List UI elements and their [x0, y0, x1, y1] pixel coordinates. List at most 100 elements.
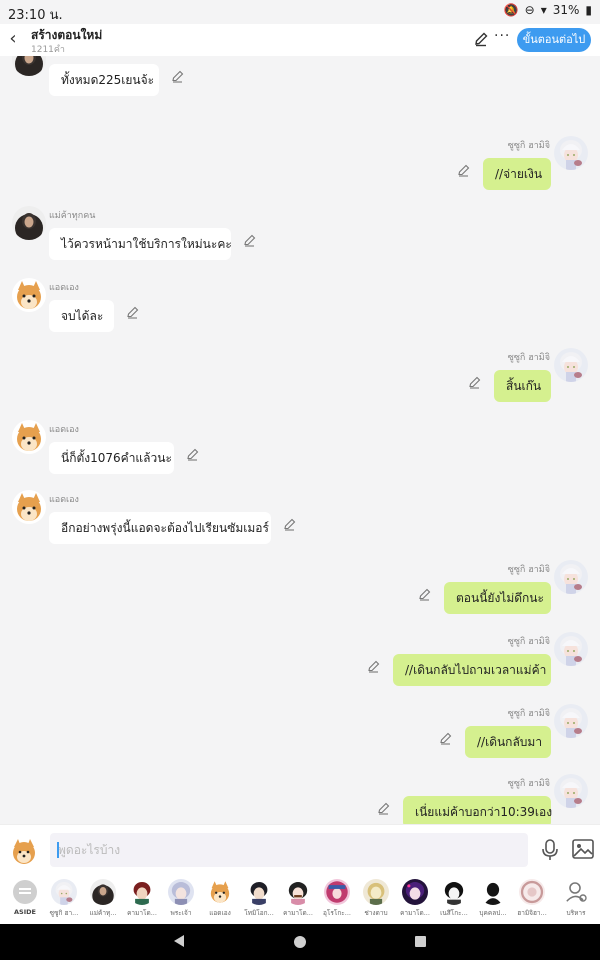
message-avatar[interactable] [12, 56, 46, 76]
chat-message[interactable]: ซูซูกิ ฮามิจิ //จ่ายเงิน [0, 136, 600, 200]
character-nezuko[interactable]: คามาโด... [279, 879, 317, 918]
back-arrow-icon[interactable]: ‹ [4, 28, 22, 50]
message-bubble[interactable]: //เดินกลับมา [465, 726, 551, 758]
edit-message-icon[interactable] [439, 730, 453, 745]
microphone-icon[interactable] [540, 839, 560, 861]
message-bubble[interactable]: จบได้ละ [49, 300, 114, 332]
character-name: บุคคลป... [479, 909, 507, 917]
edit-message-icon[interactable] [243, 232, 257, 247]
message-bubble[interactable]: เนี่ยแม่ค้าบอกว่า10:39เอง [403, 796, 552, 824]
character-pink[interactable]: อุโรโกะ... [318, 879, 356, 918]
character-avatar [519, 879, 545, 905]
current-speaker-avatar[interactable] [10, 837, 38, 865]
message-bubble[interactable]: ไว้ควรหน้ามาใช้บริการใหม่นะคะ [49, 228, 232, 260]
character-red[interactable]: คามาโด... [123, 879, 161, 918]
message-input[interactable] [50, 833, 528, 867]
chat-message[interactable]: ซูซูกิ ฮามิจิตอนนี้ยังไม่ดึกนะ [0, 560, 600, 624]
top-bar: ‹ สร้างตอนใหม่ 1211คำ ··· ขั้นตอนต่อไป [0, 24, 600, 56]
more-icon[interactable]: ··· [494, 28, 510, 44]
status-icons: 🔕 ⊖ ▾ 31% ▮ [504, 3, 592, 17]
character-shadow[interactable]: บุคคลป... [474, 879, 512, 918]
edit-message-icon[interactable] [457, 162, 471, 177]
nav-home-icon[interactable] [294, 936, 306, 948]
message-avatar[interactable] [12, 420, 46, 454]
character-name: พระเจ้า [170, 909, 192, 917]
character-aside[interactable]: ASIDE [6, 879, 44, 916]
edit-message-icon[interactable] [418, 586, 432, 601]
edit-message-icon[interactable] [367, 658, 381, 673]
character-mask[interactable]: ช่างดาบ [357, 879, 395, 918]
character-purple[interactable]: คามาโด... [396, 879, 434, 918]
message-avatar[interactable] [12, 490, 46, 524]
message-bubble[interactable]: ทั้งหมด225เยนจ้ะ [49, 64, 159, 96]
message-bubble[interactable]: //จ่ายเงิน [483, 158, 551, 190]
character-avatar [441, 879, 467, 905]
chat-message[interactable]: ซูซูกิ ฮามิจิ //เดินกลับมา [0, 704, 600, 768]
message-bubble[interactable]: อีกอย่างพรุ่งนี้แอดจะต้องไปเรียนซัมเมอร์ [49, 512, 271, 544]
battery-icon: ▮ [585, 3, 592, 17]
message-avatar[interactable] [554, 774, 588, 808]
character-avatar [168, 879, 194, 905]
character-name: เนสึโกะ... [440, 909, 468, 917]
character-bw[interactable]: เนสึโกะ... [435, 879, 473, 918]
chat-message[interactable]: แม่ค้าทุกคนไว้ควรหน้ามาใช้บริการใหม่นะคะ [0, 206, 600, 270]
character-avatar [480, 879, 506, 905]
message-avatar[interactable] [554, 136, 588, 170]
character-name: บริหาร [566, 909, 586, 917]
nav-back-icon[interactable] [174, 935, 184, 947]
character-name: คามาโด... [127, 909, 157, 917]
edit-icon[interactable] [473, 31, 489, 47]
character-avatar [207, 879, 233, 905]
character-dark[interactable]: โทมิโอก... [240, 879, 278, 918]
character-shiba[interactable]: แอดเอง [201, 879, 239, 918]
image-icon[interactable] [572, 839, 594, 859]
character-suzuki[interactable]: ซูซูกิ ฮา... [45, 879, 83, 918]
message-bubble[interactable]: นี่ก็ตั้ง1076คำแล้วนะ [49, 442, 174, 474]
message-bubble[interactable]: //เดินกลับไปถามเวลาแม่ค้า [393, 654, 551, 686]
edit-message-icon[interactable] [126, 304, 140, 319]
edit-message-icon[interactable] [171, 68, 185, 83]
character-name: ฮามิจิฮา... [517, 909, 547, 917]
status-bar: 23:10 น. 🔕 ⊖ ▾ 31% ▮ [0, 0, 600, 24]
edit-message-icon[interactable] [186, 446, 200, 461]
sender-name: แม่ค้าทุกคน [49, 211, 96, 221]
message-bubble[interactable]: สิ้นเก๊น [494, 370, 551, 402]
battery-level: 31% [552, 3, 580, 17]
sender-name: ซูซูกิ ฮามิจิ [507, 779, 550, 789]
chat-message[interactable]: ซูซูกิ ฮามิจิเนี่ยแม่ค้าบอกว่า10:39เอง [0, 774, 600, 824]
system-nav-bar [0, 924, 600, 960]
message-bubble[interactable]: ตอนนี้ยังไม่ดึกนะ [444, 582, 551, 614]
sender-name: ซูซูกิ ฮามิจิ [507, 637, 550, 647]
character-avatar [51, 879, 77, 905]
input-bar [0, 824, 600, 876]
character-avatar [90, 879, 116, 905]
edit-message-icon[interactable] [468, 374, 482, 389]
message-avatar[interactable] [554, 348, 588, 382]
message-avatar[interactable] [554, 632, 588, 666]
character-floral[interactable]: ฮามิจิฮา... [513, 879, 551, 918]
next-step-button[interactable]: ขั้นตอนต่อไป [517, 28, 591, 52]
chat-message[interactable]: ทั้งหมด225เยนจ้ะ [0, 56, 600, 128]
status-time: 23:10 น. [8, 8, 63, 23]
character-name: อุโรโกะ... [322, 909, 351, 917]
message-avatar[interactable] [554, 560, 588, 594]
chat-message[interactable]: ซูซูกิ ฮามิจิ //เดินกลับไปถามเวลาแม่ค้า [0, 632, 600, 696]
character-avatar [324, 879, 350, 905]
edit-message-icon[interactable] [283, 516, 297, 531]
chat-message[interactable]: แอดเอง อีกอย่างพรุ่งนี้แอดจะต้องไปเรียนซั… [0, 490, 600, 554]
chat-area[interactable]: ทั้งหมด225เยนจ้ะ ซูซูกิ ฮามิจิ //จ่ายเงินแ… [0, 56, 600, 824]
character-hijab[interactable]: แม่ค้าทุ... [84, 879, 122, 918]
character-avatar [129, 879, 155, 905]
message-avatar[interactable] [12, 278, 46, 312]
chat-message[interactable]: แอดเอง จบได้ละ [0, 278, 600, 342]
chat-message[interactable]: ซูซูกิ ฮามิจิ สิ้นเก๊น [0, 348, 600, 412]
message-avatar[interactable] [12, 206, 46, 240]
character-manage[interactable]: บริหาร [557, 879, 595, 918]
sender-name: ซูซูกิ ฮามิจิ [507, 565, 550, 575]
message-avatar[interactable] [554, 704, 588, 738]
edit-message-icon[interactable] [377, 800, 391, 815]
character-silver[interactable]: พระเจ้า [162, 879, 200, 918]
chat-message[interactable]: แอดเอง นี่ก็ตั้ง1076คำแล้วนะ [0, 420, 600, 484]
character-name: คามาโด... [400, 909, 430, 917]
nav-recents-icon[interactable] [415, 936, 426, 947]
